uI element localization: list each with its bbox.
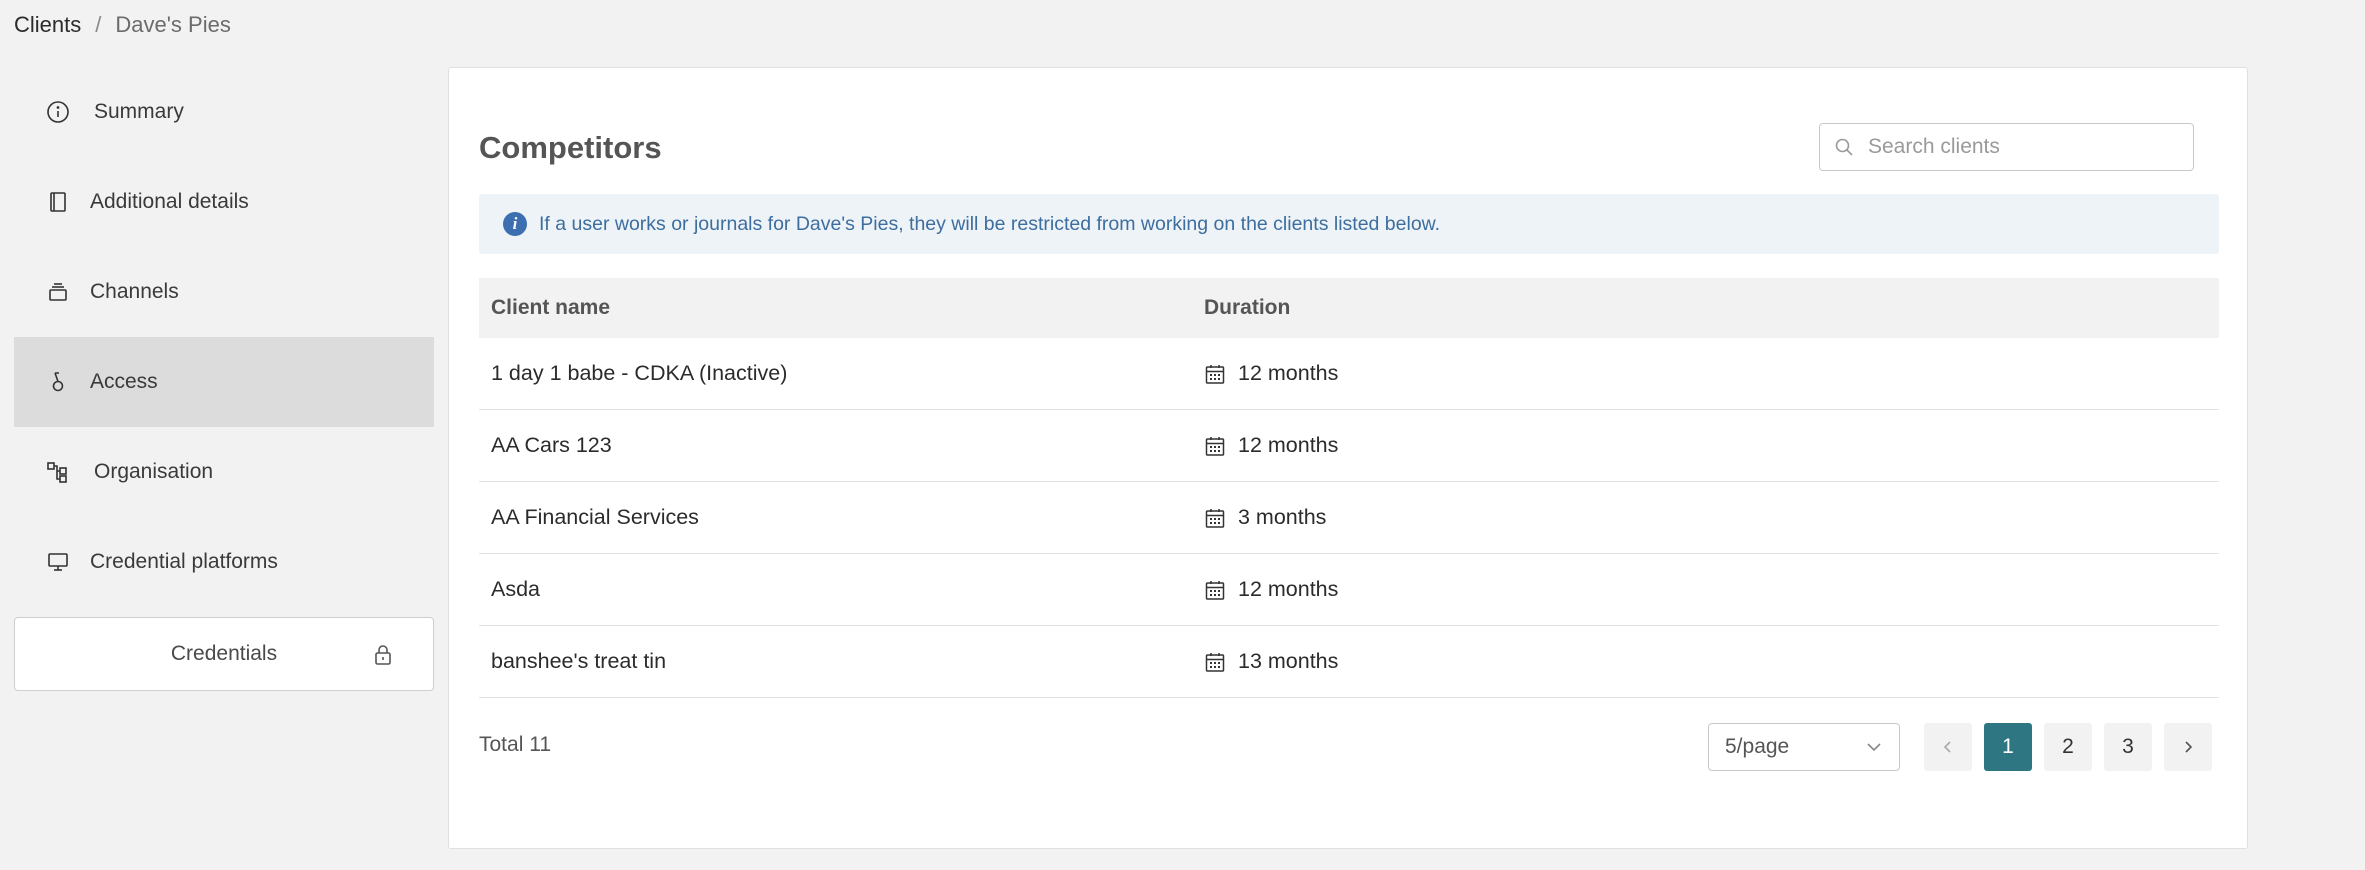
sidebar-item-label: Access	[90, 370, 158, 393]
breadcrumb-clients-link[interactable]: Clients	[14, 12, 81, 38]
duration-value: 3 months	[1238, 505, 1327, 529]
duration-cell: 12 months	[1204, 433, 2219, 458]
search-icon	[1835, 138, 1853, 156]
breadcrumb-current: Dave's Pies	[115, 12, 231, 37]
sidebar-item-label: Summary	[94, 100, 184, 123]
info-banner-text: If a user works or journals for Dave's P…	[539, 212, 1441, 235]
sidebar-item-label: Organisation	[94, 460, 214, 483]
next-page-button[interactable]	[2164, 723, 2212, 771]
chevron-down-icon	[1867, 743, 1881, 752]
credentials-button[interactable]: Credentials	[14, 617, 434, 691]
competitors-panel: Competitors i If a user works or journal…	[448, 67, 2248, 849]
column-header-duration: Duration	[1204, 296, 1291, 319]
sidebar-item-label: Additional details	[90, 190, 249, 213]
calendar-icon	[1205, 436, 1225, 456]
chevron-left-icon	[1943, 741, 1951, 753]
sidebar-item-organisation[interactable]: Organisation	[14, 427, 434, 517]
lock-icon	[375, 645, 391, 665]
client-name-cell: 1 day 1 babe - CDKA (Inactive)	[491, 361, 788, 385]
table-row[interactable]: 1 day 1 babe - CDKA (Inactive) 12 months	[479, 338, 2219, 410]
client-name-cell: banshee's treat tin	[491, 649, 667, 673]
search-input[interactable]	[1868, 135, 2168, 159]
org-chart-icon	[44, 458, 72, 486]
duration-cell: 12 months	[1204, 577, 2219, 602]
sidebar-item-summary[interactable]: Summary	[14, 67, 434, 157]
page-button-3[interactable]: 3	[2104, 723, 2152, 771]
client-name-cell: Asda	[491, 577, 541, 601]
credentials-button-label: Credentials	[170, 642, 278, 665]
sidebar-item-additional-details[interactable]: Additional details	[14, 157, 434, 247]
sidebar-item-channels[interactable]: Channels	[14, 247, 434, 337]
prev-page-button[interactable]	[1924, 723, 1972, 771]
sidebar-item-label: Channels	[90, 280, 179, 303]
competitors-table: Client name Duration 1 day 1 babe - CDKA…	[479, 278, 2219, 698]
table-row[interactable]: banshee's treat tin 13 months	[479, 626, 2219, 698]
book-icon	[44, 188, 72, 216]
page-title: Competitors	[479, 130, 662, 165]
table-row[interactable]: AA Cars 123 12 months	[479, 410, 2219, 482]
duration-cell: 3 months	[1204, 505, 2219, 530]
total-count: Total 11	[479, 733, 551, 756]
table-header: Client name Duration	[479, 278, 2219, 338]
page-size-value: 5/page	[1725, 735, 1790, 758]
calendar-icon	[1205, 364, 1225, 384]
column-header-client-name: Client name	[491, 296, 611, 319]
client-name-cell: AA Cars 123	[491, 433, 612, 457]
breadcrumb: Clients / Dave's Pies	[14, 12, 231, 38]
monitor-icon	[44, 548, 72, 576]
duration-value: 12 months	[1238, 433, 1339, 457]
duration-value: 12 months	[1238, 577, 1339, 601]
info-circle-icon	[44, 98, 72, 126]
sidebar: Summary Additional details Channels Acce…	[14, 67, 434, 691]
breadcrumb-separator: /	[95, 12, 102, 37]
sidebar-item-credential-platforms[interactable]: Credential platforms	[14, 517, 434, 607]
duration-value: 12 months	[1238, 361, 1339, 385]
page-button-2[interactable]: 2	[2044, 723, 2092, 771]
duration-cell: 12 months	[1204, 361, 2219, 386]
pagination: 1 2 3	[1924, 723, 2212, 771]
chevron-right-icon	[2185, 741, 2193, 753]
info-icon: i	[503, 212, 527, 236]
calendar-icon	[1205, 652, 1225, 672]
page-size-select[interactable]: 5/page	[1708, 723, 1900, 771]
info-banner: i If a user works or journals for Dave's…	[479, 194, 2219, 254]
sidebar-item-access[interactable]: Access	[14, 337, 434, 427]
table-row[interactable]: AA Financial Services 3 months	[479, 482, 2219, 554]
sidebar-item-label: Credential platforms	[90, 550, 278, 573]
key-icon	[44, 368, 72, 396]
search-box[interactable]	[1819, 123, 2194, 171]
page-button-1[interactable]: 1	[1984, 723, 2032, 771]
calendar-icon	[1205, 508, 1225, 528]
calendar-icon	[1205, 580, 1225, 600]
client-name-cell: AA Financial Services	[491, 505, 699, 529]
table-row[interactable]: Asda 12 months	[479, 554, 2219, 626]
duration-cell: 13 months	[1204, 649, 2219, 674]
duration-value: 13 months	[1238, 649, 1339, 673]
stack-icon	[44, 278, 72, 306]
